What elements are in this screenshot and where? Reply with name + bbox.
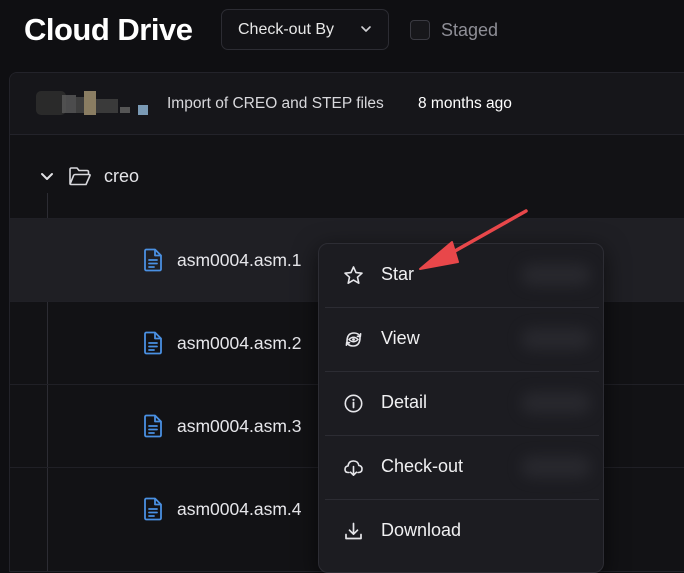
chevron-down-icon[interactable] — [40, 171, 54, 183]
chevron-down-icon — [361, 26, 371, 32]
blurred-shortcut — [521, 456, 591, 478]
file-name: asm0004.asm.4 — [177, 499, 302, 519]
menu-item-view[interactable]: View — [325, 308, 599, 371]
view-icon — [345, 332, 362, 347]
file-name: asm0004.asm.3 — [177, 416, 302, 436]
info-icon — [344, 394, 363, 413]
checkout-by-label: Check-out By — [238, 20, 335, 38]
menu-item-label: View — [381, 328, 420, 348]
staged-checkbox-box[interactable] — [410, 20, 430, 40]
context-menu: Star View Detail Check-out Download — [318, 243, 604, 573]
blurred-avatar — [36, 91, 148, 115]
menu-item-label: Star — [381, 264, 415, 284]
commit-message: Import of CREO and STEP files — [167, 95, 384, 112]
menu-item-label: Download — [381, 520, 462, 540]
menu-item-label: Detail — [381, 392, 428, 412]
commit-time: 8 months ago — [418, 95, 512, 112]
document-icon — [144, 248, 162, 272]
folder-open-icon — [69, 167, 91, 186]
checkout-by-dropdown[interactable]: Check-out By — [221, 9, 389, 50]
menu-item-download[interactable]: Download — [325, 500, 599, 563]
menu-item-label: Check-out — [381, 456, 464, 476]
folder-name: creo — [104, 166, 140, 186]
folder-row-creo[interactable]: creo — [10, 135, 684, 219]
document-icon — [144, 331, 162, 355]
menu-item-star[interactable]: Star — [325, 244, 599, 307]
blurred-shortcut — [521, 264, 591, 286]
document-icon — [144, 497, 162, 521]
cloud-download-icon — [344, 460, 363, 476]
menu-item-check-out[interactable]: Check-out — [325, 436, 599, 499]
staged-checkbox[interactable]: Staged — [410, 19, 498, 41]
blurred-shortcut — [521, 328, 591, 350]
blurred-shortcut — [521, 392, 591, 414]
menu-item-detail[interactable]: Detail — [325, 372, 599, 435]
top-bar: Cloud Drive Check-out By Staged — [0, 0, 684, 64]
file-name: asm0004.asm.1 — [177, 250, 302, 270]
staged-label: Staged — [441, 19, 499, 40]
download-icon — [345, 522, 362, 540]
star-icon — [344, 266, 363, 284]
file-name: asm0004.asm.2 — [177, 333, 302, 353]
commit-info-row: Import of CREO and STEP files 8 months a… — [10, 73, 684, 135]
document-icon — [144, 414, 162, 438]
page-title: Cloud Drive — [24, 12, 193, 47]
